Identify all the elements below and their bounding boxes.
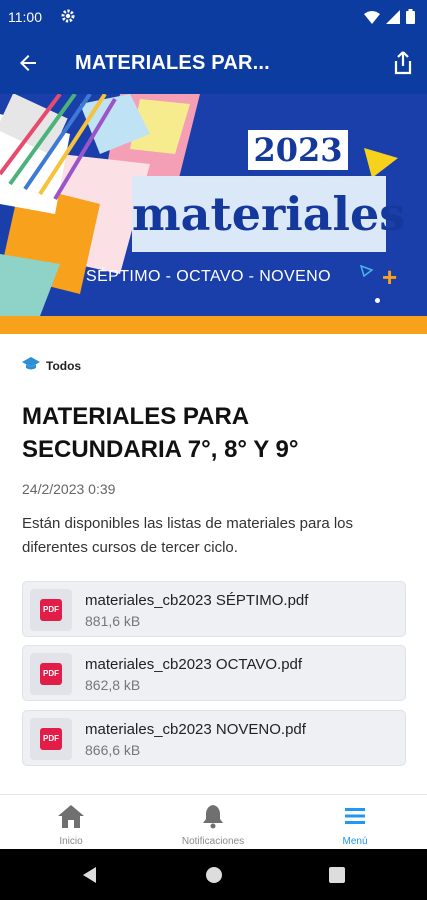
attachment-item[interactable]: PDF materiales_cb2023 NOVENO.pdf 866,6 k… xyxy=(22,710,406,766)
status-bar: 11:00 xyxy=(0,0,427,34)
post-category: Todos xyxy=(22,356,81,375)
attachment-filename: materiales_cb2023 NOVENO.pdf xyxy=(85,721,306,738)
system-navigation-bar xyxy=(0,849,427,900)
status-time: 11:00 xyxy=(8,9,42,25)
banner-year: 2023 xyxy=(253,131,343,169)
decorative-dot xyxy=(375,298,380,303)
decorative-plus: + xyxy=(382,262,398,292)
recents-square-icon[interactable] xyxy=(328,866,346,889)
nav-label: Notificaciones xyxy=(181,836,245,847)
banner-word: materiales xyxy=(132,187,406,241)
attachment-filesize: 862,8 kB xyxy=(85,677,141,693)
menu-icon xyxy=(341,803,369,834)
nav-item-menu[interactable]: Menú xyxy=(284,795,426,850)
nav-label: Inicio xyxy=(59,836,83,847)
category-label: Todos xyxy=(46,358,82,373)
pdf-icon: PDF xyxy=(30,718,72,760)
page-title: MATERIALES PAR... xyxy=(75,52,270,74)
back-arrow-icon[interactable] xyxy=(16,51,40,80)
back-triangle-icon[interactable] xyxy=(80,865,98,890)
bottom-navigation: Inicio Notificaciones Menú xyxy=(0,794,427,850)
pdf-icon: PDF xyxy=(30,653,72,695)
banner-grades: SÉPTIMO - OCTAVO - NOVENO xyxy=(86,268,331,285)
decorative-outline-triangle xyxy=(360,264,374,278)
battery-icon xyxy=(406,9,415,29)
home-circle-icon[interactable] xyxy=(204,865,224,890)
attachment-item[interactable]: PDF materiales_cb2023 SÉPTIMO.pdf 881,6 … xyxy=(22,581,406,637)
attachment-filesize: 866,6 kB xyxy=(85,742,141,758)
post-banner-image: 2023 materiales SÉPTIMO - OCTAVO - NOVEN… xyxy=(0,94,427,316)
graduation-cap-icon xyxy=(22,356,40,375)
post-title: MATERIALES PARA SECUNDARIA 7°, 8° Y 9° xyxy=(22,403,299,463)
attachment-filename: materiales_cb2023 OCTAVO.pdf xyxy=(85,656,303,673)
decorative-triangle xyxy=(364,148,398,178)
attachment-filesize: 881,6 kB xyxy=(85,613,141,629)
attachment-item[interactable]: PDF materiales_cb2023 OCTAVO.pdf 862,8 k… xyxy=(22,645,406,701)
wifi-icon xyxy=(364,10,380,29)
attachment-filename: materiales_cb2023 SÉPTIMO.pdf xyxy=(85,592,309,609)
post-body: Están disponibles las listas de material… xyxy=(22,515,354,556)
banner-accent-stripe xyxy=(0,316,427,334)
settings-status-icon xyxy=(60,8,76,29)
nav-label: Menú xyxy=(342,836,368,847)
nav-item-inicio[interactable]: Inicio xyxy=(0,795,142,850)
share-icon[interactable] xyxy=(391,50,415,81)
home-icon xyxy=(57,803,85,834)
bell-icon xyxy=(199,803,227,834)
app-bar: MATERIALES PAR... xyxy=(0,34,427,94)
nav-item-notificaciones[interactable]: Notificaciones xyxy=(142,795,284,850)
pdf-icon: PDF xyxy=(30,589,72,631)
post-date: 24/2/2023 0:39 xyxy=(22,481,116,497)
signal-icon xyxy=(386,9,400,29)
